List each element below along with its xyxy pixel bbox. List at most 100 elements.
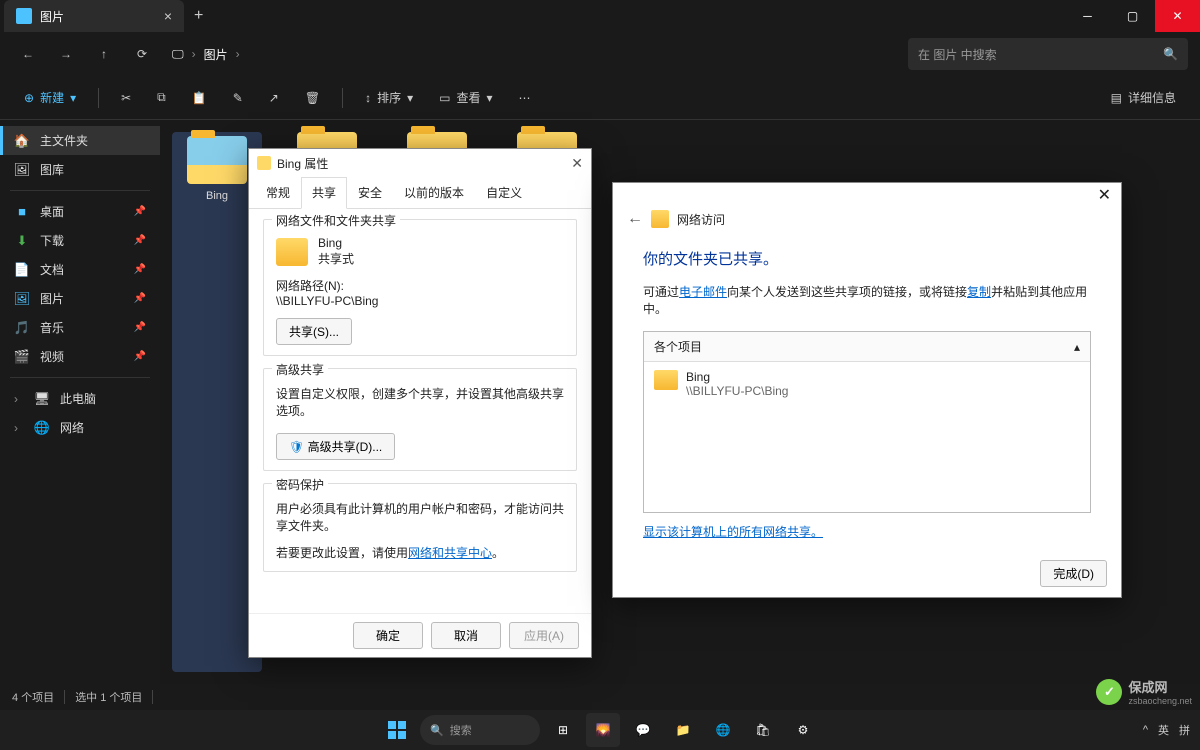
item-path[interactable]: \\BILLYFU-PC\Bing <box>686 384 788 398</box>
view-button[interactable]: ▭ 查看 ▾ <box>429 83 502 112</box>
apply-button[interactable]: 应用(A) <box>509 622 579 649</box>
sidebar-item-documents[interactable]: 📄文档📌 <box>0 255 160 284</box>
dialog-titlebar[interactable]: ✕ <box>613 183 1121 206</box>
minimize-button[interactable]: ─ <box>1065 0 1110 32</box>
items-header[interactable]: 各个项目 ▴ <box>644 332 1090 362</box>
taskbar-app[interactable]: 💬 <box>626 713 660 747</box>
window-controls: ─ ▢ ✕ <box>1065 0 1200 32</box>
new-button[interactable]: ⊕ 新建 ▾ <box>14 83 86 112</box>
sidebar-item-music[interactable]: 🎵音乐📌 <box>0 313 160 342</box>
gallery-icon: 🖼 <box>14 162 30 178</box>
dialog-header: ← 网络访问 <box>613 206 1121 238</box>
share-button[interactable]: ↗ <box>259 85 289 111</box>
network-icon: 🌐 <box>34 420 50 436</box>
details-pane-button[interactable]: ▤ 详细信息 <box>1101 83 1186 112</box>
item-count: 4 个项目 <box>12 689 54 705</box>
taskbar-explorer[interactable]: 📁 <box>666 713 700 747</box>
ime-indicator[interactable]: 拼 <box>1179 722 1190 738</box>
plus-circle-icon: ⊕ <box>24 91 34 105</box>
watermark-name: 保成网 <box>1128 677 1192 696</box>
chevron-up-icon[interactable]: ^ <box>1143 724 1148 736</box>
up-button[interactable]: ↑ <box>88 38 120 70</box>
advanced-share-button[interactable]: 🛡 高级共享(D)... <box>276 433 395 460</box>
tab-close-icon[interactable]: × <box>164 8 172 24</box>
sidebar-item-pictures[interactable]: 🖼图片📌 <box>0 284 160 313</box>
sidebar-item-videos[interactable]: 🎬视频📌 <box>0 342 160 371</box>
cut-button[interactable]: ✂ <box>111 85 141 111</box>
tab-security[interactable]: 安全 <box>347 177 393 208</box>
copy-button[interactable]: ⧉ <box>147 84 176 111</box>
ok-button[interactable]: 确定 <box>353 622 423 649</box>
sort-button[interactable]: ↕ 排序 ▾ <box>355 83 423 112</box>
sidebar-item-downloads[interactable]: ⬇下载📌 <box>0 226 160 255</box>
sidebar-item-gallery[interactable]: 🖼图库 <box>0 155 160 184</box>
window-tab[interactable]: 图片 × <box>4 0 184 32</box>
show-all-shares-link[interactable]: 显示该计算机上的所有网络共享。 <box>643 525 823 539</box>
taskbar-search[interactable]: 🔍搜索 <box>420 715 540 745</box>
shared-item-row[interactable]: Bing \\BILLYFU-PC\Bing <box>644 362 1090 512</box>
cancel-button[interactable]: 取消 <box>431 622 501 649</box>
paste-button[interactable]: 📋 <box>182 85 217 111</box>
search-input[interactable]: 在 图片 中搜索 🔍 <box>908 38 1188 70</box>
close-icon[interactable]: ✕ <box>1098 185 1111 205</box>
chevron-right-icon: › <box>192 47 196 61</box>
taskbar-store[interactable]: 🛍 <box>746 713 780 747</box>
pin-icon: 📌 <box>134 351 146 362</box>
task-view-button[interactable]: ⊞ <box>546 713 580 747</box>
close-icon[interactable]: ✕ <box>571 155 583 172</box>
close-button[interactable]: ✕ <box>1155 0 1200 32</box>
share-button[interactable]: 共享(S)... <box>276 318 352 345</box>
selected-count: 选中 1 个项目 <box>75 689 142 705</box>
lang-indicator[interactable]: 英 <box>1158 722 1169 738</box>
toolbar: ⊕ 新建 ▾ ✂ ⧉ 📋 ✎ ↗ 🗑 ↕ 排序 ▾ ▭ 查看 ▾ ⋯ ▤ 详细信… <box>0 76 1200 120</box>
separator <box>98 88 99 108</box>
refresh-button[interactable]: ⟳ <box>126 38 158 70</box>
new-tab-button[interactable]: + <box>184 7 213 25</box>
group-title: 高级共享 <box>272 361 328 378</box>
rename-button[interactable]: ✎ <box>223 85 253 111</box>
pin-icon: 📌 <box>134 235 146 246</box>
dialog-titlebar[interactable]: Bing 属性 ✕ <box>249 149 591 177</box>
sidebar-item-home[interactable]: 🏠主文件夹 <box>0 126 160 155</box>
back-button[interactable]: ← <box>627 210 643 228</box>
share-item-name: Bing <box>318 236 354 250</box>
path-label: 网络路径(N): <box>276 277 564 294</box>
watermark-logo: ✓ <box>1096 679 1122 705</box>
taskbar: 🔍搜索 ⊞ 🌄 💬 📁 🌐 🛍 ⚙ ^ 英 拼 <box>0 710 1200 750</box>
maximize-button[interactable]: ▢ <box>1110 0 1155 32</box>
breadcrumb[interactable]: 🖵 › 图片 › <box>172 46 240 63</box>
system-tray[interactable]: ^ 英 拼 <box>1143 722 1190 738</box>
search-icon: 🔍 <box>1163 47 1178 61</box>
taskbar-settings[interactable]: ⚙ <box>786 713 820 747</box>
view-icon: ▭ <box>439 91 450 105</box>
trash-icon: 🗑 <box>305 91 320 105</box>
crumb-pictures[interactable]: 图片 <box>204 46 228 63</box>
tab-general[interactable]: 常规 <box>255 177 301 208</box>
sidebar-item-thispc[interactable]: ›🖥此电脑 <box>0 384 160 413</box>
taskbar-edge[interactable]: 🌐 <box>706 713 740 747</box>
chevron-down-icon: ▾ <box>407 91 413 105</box>
tab-previous-versions[interactable]: 以前的版本 <box>393 177 475 208</box>
group-title: 网络文件和文件夹共享 <box>272 212 400 229</box>
pictures-icon <box>16 8 32 24</box>
more-button[interactable]: ⋯ <box>509 85 541 111</box>
watermark-url: zsbaocheng.net <box>1128 696 1192 706</box>
sidebar-item-desktop[interactable]: ■桌面📌 <box>0 197 160 226</box>
delete-button[interactable]: 🗑 <box>295 85 330 111</box>
group-advanced-sharing: 高级共享 设置自定义权限，创建多个共享，并设置其他高级共享选项。 🛡 高级共享(… <box>263 368 577 471</box>
start-button[interactable] <box>380 713 414 747</box>
copy-link[interactable]: 复制 <box>967 285 991 299</box>
tab-sharing[interactable]: 共享 <box>301 177 347 209</box>
dialog-title: Bing 属性 <box>277 155 328 172</box>
sidebar-item-network[interactable]: ›🌐网络 <box>0 413 160 442</box>
password-line2: 若要更改此设置，请使用网络和共享中心。 <box>276 544 564 561</box>
pictures-icon: 🖼 <box>14 291 30 307</box>
search-placeholder: 在 图片 中搜索 <box>918 46 997 63</box>
taskbar-app[interactable]: 🌄 <box>586 713 620 747</box>
done-button[interactable]: 完成(D) <box>1040 560 1107 587</box>
network-center-link[interactable]: 网络和共享中心 <box>408 546 492 560</box>
email-link[interactable]: 电子邮件 <box>679 285 727 299</box>
tab-customize[interactable]: 自定义 <box>475 177 533 208</box>
forward-button[interactable]: → <box>50 38 82 70</box>
back-button[interactable]: ← <box>12 38 44 70</box>
